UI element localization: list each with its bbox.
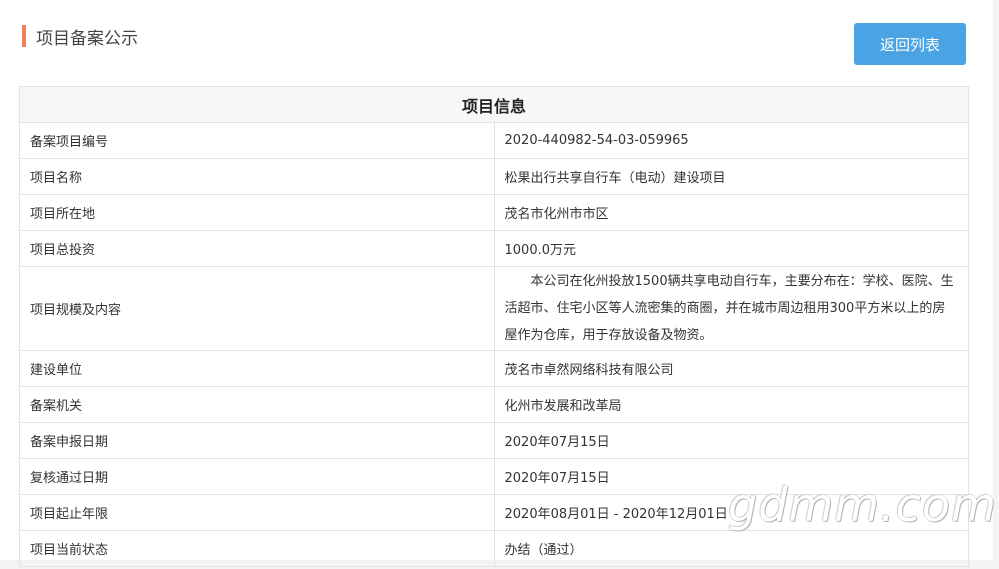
row-value-authority: 化州市发展和改革局 (493, 386, 969, 423)
row-value-record-number: 2020-440982-54-03-059965 (493, 122, 969, 159)
row-value-period: 2020年08月01日 - 2020年12月01日 (493, 494, 969, 531)
table-row: 项目规模及内容 本公司在化州投放1500辆共享电动自行车，主要分布在：学校、医院… (19, 266, 969, 351)
row-label-review-date: 复核通过日期 (19, 458, 495, 495)
row-label-investment: 项目总投资 (19, 230, 495, 267)
content-card: 项目备案公示 返回列表 项目信息 备案项目编号 2020-440982-54-0… (0, 0, 996, 567)
table-header-row: 项目信息 (19, 86, 969, 123)
row-value-scope: 本公司在化州投放1500辆共享电动自行车，主要分布在：学校、医院、生活超市、住宅… (493, 266, 969, 351)
table-row: 项目起止年限 2020年08月01日 - 2020年12月01日 (19, 494, 969, 531)
row-label-apply-date: 备案申报日期 (19, 422, 495, 459)
table-row: 建设单位 茂名市卓然网络科技有限公司 (19, 350, 969, 387)
row-label-project-name: 项目名称 (19, 158, 495, 195)
table-row: 复核通过日期 2020年07月15日 (19, 458, 969, 495)
table-row: 备案申报日期 2020年07月15日 (19, 422, 969, 459)
back-to-list-button[interactable]: 返回列表 (854, 23, 966, 65)
row-label-location: 项目所在地 (19, 194, 495, 231)
table-row: 备案项目编号 2020-440982-54-03-059965 (19, 122, 969, 159)
page-title: 项目备案公示 (36, 28, 138, 49)
table-row: 项目名称 松果出行共享自行车（电动）建设项目 (19, 158, 969, 195)
row-label-scope: 项目规模及内容 (19, 266, 495, 351)
row-value-location: 茂名市化州市市区 (493, 194, 969, 231)
table-row: 项目所在地 茂名市化州市市区 (19, 194, 969, 231)
table-row: 项目当前状态 办结（通过） (19, 530, 969, 567)
row-label-record-number: 备案项目编号 (19, 122, 495, 159)
row-value-apply-date: 2020年07月15日 (493, 422, 969, 459)
row-label-builder: 建设单位 (19, 350, 495, 387)
section-header: 项目备案公示 (22, 24, 138, 49)
project-info-table: 项目信息 备案项目编号 2020-440982-54-03-059965 项目名… (19, 86, 969, 567)
table-row: 备案机关 化州市发展和改革局 (19, 386, 969, 423)
row-value-builder: 茂名市卓然网络科技有限公司 (493, 350, 969, 387)
row-value-review-date: 2020年07月15日 (493, 458, 969, 495)
row-label-authority: 备案机关 (19, 386, 495, 423)
table-title: 项目信息 (19, 86, 969, 123)
row-value-investment: 1000.0万元 (493, 230, 969, 267)
table-row: 项目总投资 1000.0万元 (19, 230, 969, 267)
row-label-status: 项目当前状态 (19, 530, 495, 567)
row-label-period: 项目起止年限 (19, 494, 495, 531)
row-value-status: 办结（通过） (493, 530, 969, 567)
title-accent-bar (22, 25, 26, 47)
row-value-project-name: 松果出行共享自行车（电动）建设项目 (493, 158, 969, 195)
